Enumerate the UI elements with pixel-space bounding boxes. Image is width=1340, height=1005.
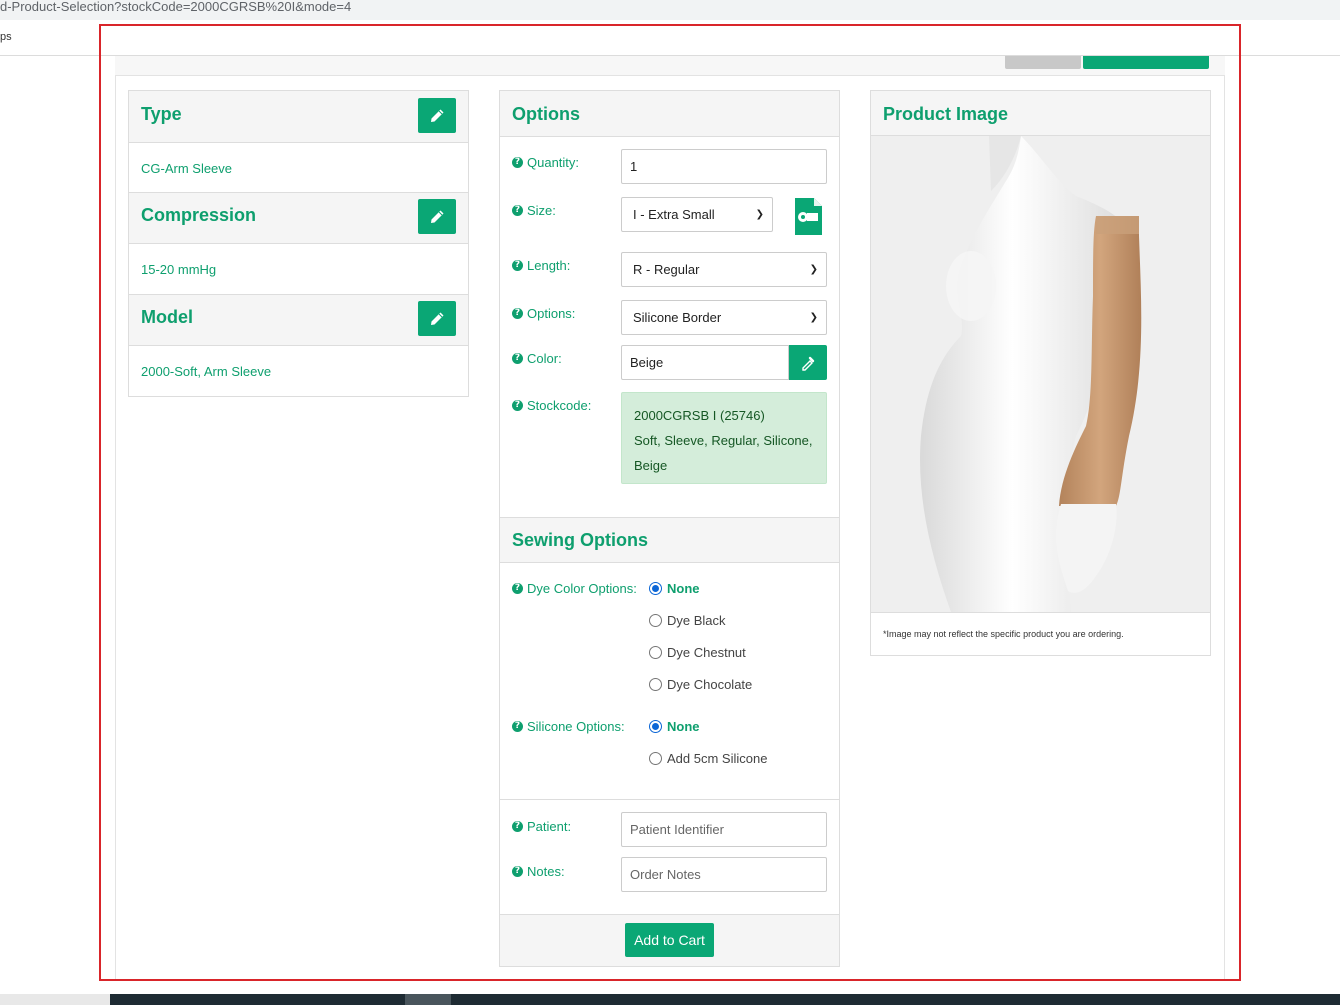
- help-icon: ?: [512, 205, 523, 216]
- sewing-form: ? Dye Color Options: None Dye Black Dye C…: [500, 563, 839, 800]
- image-disclaimer: *Image may not reflect the specific prod…: [883, 629, 1124, 639]
- sewing-header: Sewing Options: [500, 517, 839, 563]
- color-field-group: Beige: [621, 345, 827, 380]
- bookmarks-bar: ps: [0, 20, 1340, 56]
- radio[interactable]: [649, 646, 662, 659]
- stockcode-line-3: Beige: [634, 458, 668, 473]
- size-select[interactable]: I - Extra Small ❯: [621, 197, 773, 232]
- options-form: ? Quantity: 1 ? Size: I - Extra Small ❯ ? Le…: [500, 137, 839, 517]
- dye-option-black[interactable]: Dye Black: [649, 613, 726, 628]
- help-icon: ?: [512, 260, 523, 271]
- stockcode-line-1: 2000CGRSB I (25746): [634, 408, 765, 423]
- add-to-cart-button[interactable]: Add to Cart: [625, 923, 714, 957]
- help-icon: ?: [512, 583, 523, 594]
- help-icon: ?: [512, 308, 523, 319]
- address-bar[interactable]: d-Product-Selection?stockCode=2000CGRSB%…: [0, 0, 1340, 20]
- silicone-label: ? Silicone Options:: [512, 719, 625, 734]
- size-label: ? Size:: [512, 203, 556, 218]
- options-panel: Options ? Quantity: 1 ? Size: I - Extra Sm…: [499, 90, 840, 967]
- top-gray-button[interactable]: [1005, 56, 1081, 69]
- radio-checked[interactable]: [649, 582, 662, 595]
- chevron-down-icon: ❯: [809, 264, 818, 275]
- compression-body: 15-20 mmHg: [129, 244, 468, 295]
- color-input[interactable]: Beige: [621, 345, 789, 380]
- cart-footer: Add to Cart: [500, 915, 839, 966]
- stockcode-box: 2000CGRSB I (25746) Soft, Sleeve, Regula…: [621, 392, 827, 484]
- help-icon: ?: [512, 157, 523, 168]
- options-title: Options: [512, 104, 580, 124]
- product-image: [871, 136, 1210, 612]
- notes-input[interactable]: Order Notes: [621, 857, 827, 892]
- silicone-option-add[interactable]: Add 5cm Silicone: [649, 751, 767, 766]
- model-value: 2000-Soft, Arm Sleeve: [141, 364, 272, 379]
- dye-option-none[interactable]: None: [649, 581, 700, 596]
- length-label: ? Length:: [512, 258, 570, 273]
- image-header: Product Image: [871, 91, 1210, 136]
- model-header: Model: [129, 295, 468, 346]
- eyedropper-icon: [802, 356, 815, 371]
- product-image-panel: Product Image *Image may not reflect the…: [870, 90, 1211, 656]
- dye-color-label: ? Dye Color Options:: [512, 581, 637, 596]
- compression-title: Compression: [141, 205, 257, 225]
- stockcode-line-2: Soft, Sleeve, Regular, Silicone,: [634, 433, 813, 448]
- help-icon: ?: [512, 353, 523, 364]
- length-select[interactable]: R - Regular ❯: [621, 252, 827, 287]
- chevron-down-icon: ❯: [755, 209, 764, 220]
- silicone-option-none[interactable]: None: [649, 719, 700, 734]
- order-form: ? Patient: Patient Identifier ? Notes: Ord…: [500, 801, 839, 915]
- top-green-button[interactable]: [1083, 56, 1209, 69]
- quantity-label: ? Quantity:: [512, 155, 579, 170]
- type-body: CG-Arm Sleeve: [129, 143, 468, 193]
- patient-label: ? Patient:: [512, 819, 571, 834]
- radio-checked[interactable]: [649, 720, 662, 733]
- help-icon: ?: [512, 721, 523, 732]
- color-picker-button[interactable]: [789, 345, 827, 380]
- radio[interactable]: [649, 614, 662, 627]
- edit-compression-button[interactable]: [418, 199, 456, 234]
- edit-type-button[interactable]: [418, 98, 456, 133]
- options-header: Options: [500, 91, 839, 137]
- type-title: Type: [141, 104, 182, 124]
- quantity-input[interactable]: 1: [621, 149, 827, 184]
- pencil-icon: [431, 312, 444, 325]
- pencil-icon: [431, 210, 444, 223]
- type-header: Type: [129, 91, 468, 143]
- patient-input[interactable]: Patient Identifier: [621, 812, 827, 847]
- taskbar: [110, 994, 1340, 1005]
- model-body: 2000-Soft, Arm Sleeve: [129, 346, 468, 396]
- help-icon: ?: [512, 866, 523, 877]
- help-icon: ?: [512, 400, 523, 411]
- compression-value: 15-20 mmHg: [141, 262, 217, 277]
- compression-header: Compression: [129, 193, 468, 244]
- type-value: CG-Arm Sleeve: [141, 161, 233, 176]
- url-text: d-Product-Selection?stockCode=2000CGRSB%…: [0, 0, 352, 14]
- edit-model-button[interactable]: [418, 301, 456, 336]
- help-icon: ?: [512, 821, 523, 832]
- mannequin-arm-sleeve-image: [871, 136, 1210, 612]
- notes-label: ? Notes:: [512, 864, 565, 879]
- pencil-icon: [431, 109, 444, 122]
- image-title: Product Image: [883, 104, 1009, 124]
- size-chart-icon[interactable]: [793, 196, 824, 237]
- selection-panel: Type CG-Arm Sleeve Compression 15-20 mmH…: [128, 90, 469, 397]
- bottom-left-area: [0, 994, 110, 1005]
- sewing-title: Sewing Options: [512, 530, 649, 550]
- chevron-down-icon: ❯: [809, 312, 818, 323]
- bookmark-item[interactable]: ps: [0, 31, 12, 43]
- color-label: ? Color:: [512, 351, 562, 366]
- taskbar-item[interactable]: [405, 994, 451, 1005]
- radio[interactable]: [649, 678, 662, 691]
- options-select[interactable]: Silicone Border ❯: [621, 300, 827, 335]
- dye-option-chestnut[interactable]: Dye Chestnut: [649, 645, 746, 660]
- dye-option-chocolate[interactable]: Dye Chocolate: [649, 677, 752, 692]
- stockcode-label: ? Stockcode:: [512, 398, 591, 413]
- radio[interactable]: [649, 752, 662, 765]
- model-title: Model: [141, 307, 193, 327]
- options-label: ? Options:: [512, 306, 575, 321]
